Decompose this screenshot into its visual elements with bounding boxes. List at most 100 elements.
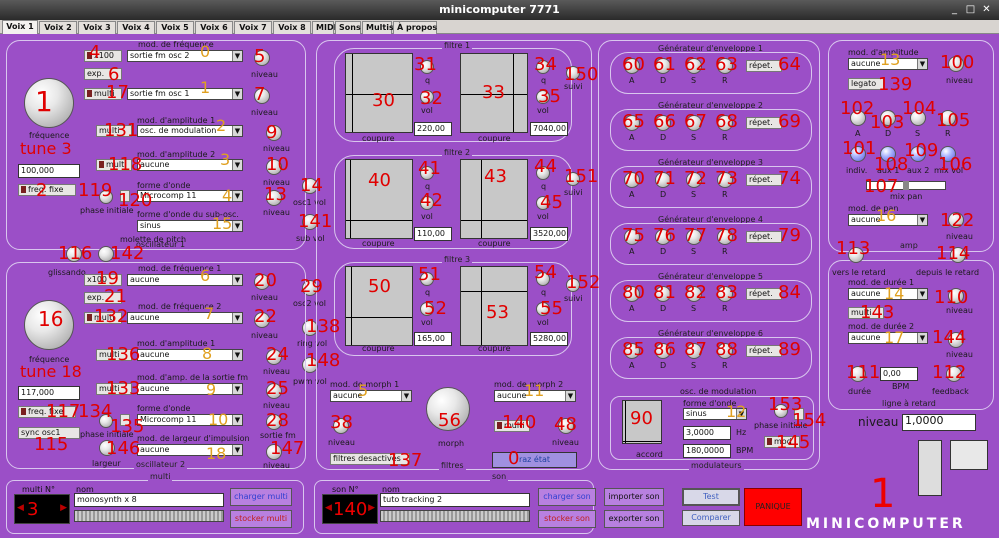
multi-name-field[interactable]: monosynth x 8 [74, 493, 224, 507]
tab-voix-7[interactable]: Voix 7 [234, 21, 272, 34]
tab-voix-1[interactable]: Voix 1 [2, 20, 38, 34]
env-3-repet-button[interactable]: répet. [746, 174, 782, 186]
env-4-r-knob[interactable] [717, 229, 733, 245]
osc1-x100-button[interactable]: x100 [84, 50, 122, 62]
tab-sons[interactable]: Sons [335, 21, 361, 34]
f2-freq-a-field[interactable]: 110,00 [414, 227, 452, 241]
amp-r-knob[interactable] [940, 110, 956, 126]
filters-disabled-button[interactable]: filtres desactivés [330, 453, 410, 465]
tab-voix-3[interactable]: Voix 3 [78, 21, 116, 34]
env-4-s-knob[interactable] [686, 229, 702, 245]
f2-vol-knob-b[interactable] [536, 196, 550, 210]
close-button[interactable]: ✕ [981, 4, 992, 15]
tab-voix-8[interactable]: Voix 8 [273, 21, 311, 34]
maximize-button[interactable]: □ [965, 4, 976, 15]
env-5-d-knob[interactable] [655, 286, 671, 302]
osc1-level-knob[interactable] [266, 190, 282, 206]
legato-button[interactable]: legato [848, 78, 884, 90]
amp-d-knob[interactable] [880, 110, 896, 126]
dur1-level-knob[interactable] [948, 288, 964, 304]
env-4-repet-button[interactable]: répet. [746, 231, 782, 243]
f3-vol-knob-b[interactable] [536, 302, 550, 316]
osc2-frequency-knob[interactable] [24, 300, 74, 350]
env-2-a-knob[interactable] [624, 115, 640, 131]
env-6-a-knob[interactable] [624, 343, 640, 359]
aux1-knob[interactable] [880, 146, 896, 162]
tab-multis[interactable]: Multis [362, 21, 394, 34]
osc-mod-waveform-select[interactable]: sinus ▼ [683, 408, 747, 420]
osc2-level-knob[interactable] [266, 444, 282, 460]
osc2-freq-fixe-button[interactable]: freq. fixe [18, 406, 76, 418]
f1-q-knob-b[interactable] [536, 60, 550, 74]
env-6-s-knob[interactable] [686, 343, 702, 359]
env-3-s-knob[interactable] [686, 172, 702, 188]
osc1-sub-waveform-select[interactable]: sinus ▼ [137, 220, 243, 232]
env-1-a-knob[interactable] [624, 58, 640, 74]
osc2-amp1-level-knob[interactable] [266, 349, 282, 365]
glissando-knob[interactable] [66, 246, 82, 262]
osc1-phase-knob[interactable] [99, 190, 113, 204]
env-5-repet-button[interactable]: répet. [746, 288, 782, 300]
env-1-r-knob[interactable] [717, 58, 733, 74]
morph-knob[interactable] [426, 387, 470, 431]
amp-mod-select[interactable]: aucune ▼ [848, 58, 928, 70]
stocker-son-button[interactable]: stocker son [538, 510, 596, 528]
osc2-modfreq2-level-knob[interactable] [254, 312, 270, 328]
osc1-waveform-select[interactable]: Microcomp 11 ▼ [137, 190, 243, 202]
env-4-d-knob[interactable] [655, 229, 671, 245]
raz-etat-button[interactable]: raz état [492, 452, 577, 468]
filter-2-cutoff-a-display[interactable] [345, 159, 413, 239]
tab-voix-2[interactable]: Voix 2 [39, 21, 77, 34]
osc2-mod-amp1-select[interactable]: aucune ▼ [137, 349, 243, 361]
filter-1-cutoff-b-display[interactable] [460, 53, 528, 133]
f3-freq-b-field[interactable]: 5280,00 [530, 332, 568, 346]
from-delay-knob[interactable] [950, 247, 966, 263]
mixvol-knob[interactable] [940, 146, 956, 162]
filter-2-cutoff-b-display[interactable] [460, 159, 528, 239]
filter-3-cutoff-a-display[interactable] [345, 266, 413, 346]
to-delay-knob[interactable] [848, 247, 864, 263]
son-name-field[interactable]: tuto tracking 2 [380, 493, 530, 507]
env-4-a-knob[interactable] [624, 229, 640, 245]
env-1-d-knob[interactable] [655, 58, 671, 74]
f2-suivi-knob[interactable] [566, 172, 580, 186]
mix-pan-slider[interactable] [866, 181, 946, 190]
osc2-ampfm-level-knob[interactable] [266, 383, 282, 399]
delay-bpm-field[interactable]: 0,00 [880, 367, 918, 381]
stocker-multi-button[interactable]: stocker multi [230, 510, 292, 528]
mod-pan-select[interactable]: aucune ▼ [848, 214, 928, 226]
osc1-frequency-knob[interactable] [24, 78, 74, 128]
amp-mod-level-knob[interactable] [948, 56, 964, 72]
feedback-knob[interactable] [946, 366, 962, 382]
osc2-pulse-width-knob[interactable] [99, 440, 115, 456]
master-level-field[interactable]: 1,0000 [902, 414, 976, 431]
env-3-a-knob[interactable] [624, 172, 640, 188]
osc2-phase-knob[interactable] [99, 414, 113, 428]
indiv-knob[interactable] [850, 146, 866, 162]
osc2-ampfm-multi-button[interactable]: multi [96, 383, 132, 395]
env-3-d-knob[interactable] [655, 172, 671, 188]
son-slider[interactable] [380, 510, 530, 522]
f2-q-knob-b[interactable] [536, 166, 550, 180]
osc1-frequency-field[interactable]: 100,000 [18, 164, 80, 178]
osc2-frequency-field[interactable]: 117,000 [18, 386, 80, 400]
osc2-waveform-select[interactable]: Microcomp 11 ▼ [137, 414, 243, 426]
morph-level-knob-b[interactable] [558, 418, 574, 434]
charger-son-button[interactable]: charger son [538, 488, 596, 506]
tab-voix-5[interactable]: Voix 5 [156, 21, 194, 34]
osc1-amp2-multi-button[interactable]: multi [96, 159, 132, 171]
f3-vol-knob-a[interactable] [420, 302, 434, 316]
amp-a-knob[interactable] [850, 110, 866, 126]
f3-suivi-knob[interactable] [566, 278, 580, 292]
osc1-amp1-level-knob[interactable] [266, 125, 282, 141]
osc1-mod-amp1-select[interactable]: osc. de modulation ▼ [137, 125, 243, 137]
osc2-mod-freq1-select[interactable]: aucune ▼ [127, 274, 243, 286]
osc1-phase-toggle[interactable] [120, 190, 130, 202]
multi-slider[interactable] [74, 510, 224, 522]
osc2-sortie-fm-knob[interactable] [266, 414, 282, 430]
duree-knob[interactable] [850, 366, 866, 382]
env-5-s-knob[interactable] [686, 286, 702, 302]
osc2-pw-mod-select[interactable]: aucune ▼ [137, 444, 243, 456]
importer-son-button[interactable]: importer son [604, 488, 664, 506]
env-5-r-knob[interactable] [717, 286, 733, 302]
